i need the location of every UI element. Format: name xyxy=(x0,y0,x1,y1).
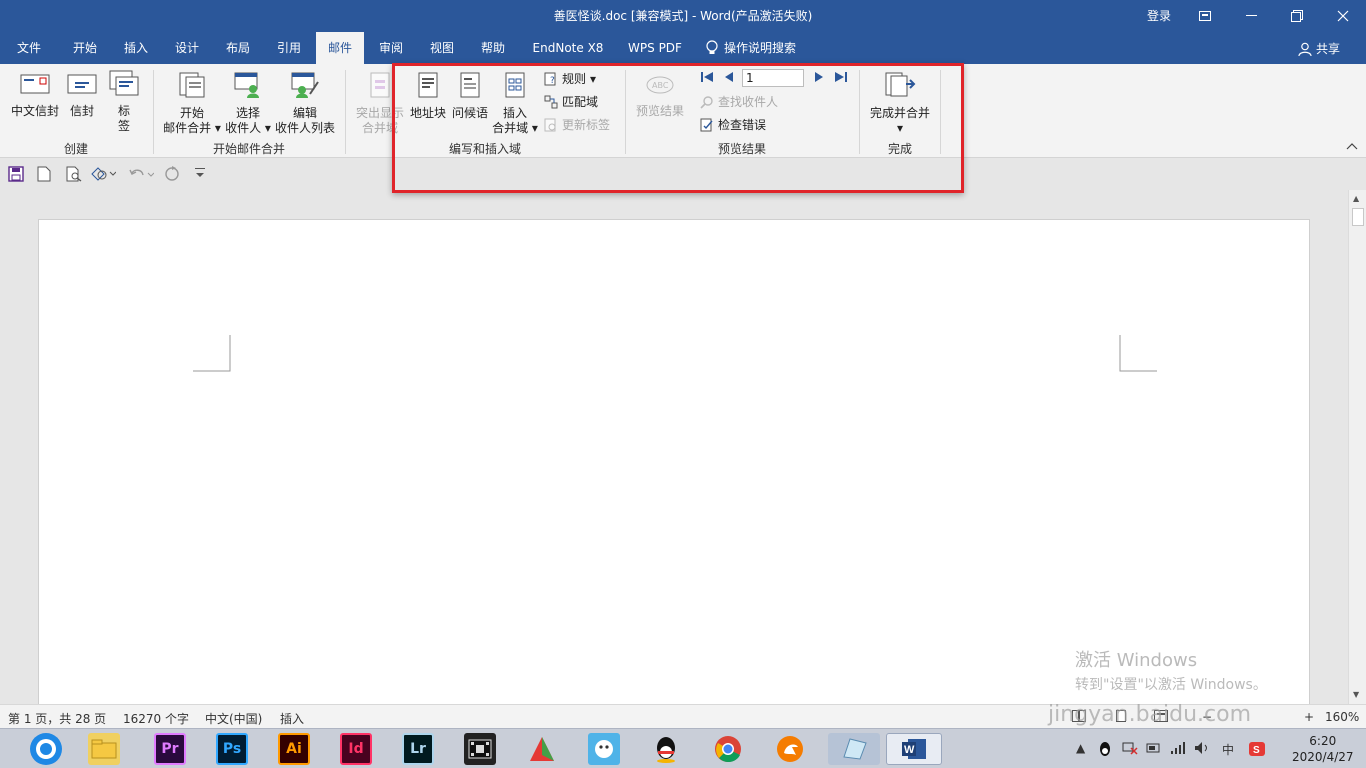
start-mail-merge-button[interactable]: 开始 邮件合并 ▾ xyxy=(160,72,224,136)
minimize-icon[interactable] xyxy=(1228,0,1274,32)
group-label-start-merge: 开始邮件合并 xyxy=(212,142,285,156)
lightbulb-icon xyxy=(706,40,718,54)
tab-home[interactable]: 开始 xyxy=(62,32,108,64)
customize-toolbar-icon[interactable] xyxy=(194,166,206,183)
tab-insert[interactable]: 插入 xyxy=(113,32,159,64)
recipients-icon xyxy=(234,72,259,98)
zoom-in-icon[interactable]: + xyxy=(1304,710,1314,724)
edit-recipient-list-button[interactable]: 编辑 收件人列表 xyxy=(272,72,338,136)
file-explorer-icon[interactable] xyxy=(88,733,120,765)
qq-icon[interactable] xyxy=(650,733,682,765)
browser-360-icon[interactable] xyxy=(30,733,62,765)
login-link[interactable]: 登录 xyxy=(1147,7,1171,24)
tell-me-search[interactable]: 操作说明搜索 xyxy=(706,32,816,64)
tab-file[interactable]: 文件 xyxy=(6,32,52,64)
thunder-download-icon[interactable] xyxy=(774,733,806,765)
notebook-app-icon[interactable] xyxy=(828,733,880,765)
system-clock[interactable]: 6:20 2020/4/27 xyxy=(1292,733,1354,765)
edit-list-icon xyxy=(291,72,319,98)
labels-button[interactable]: 标 签 xyxy=(104,70,144,134)
video-editor-icon[interactable] xyxy=(464,733,496,765)
wifi-icon[interactable] xyxy=(1170,741,1186,758)
document-merge-icon xyxy=(179,72,205,98)
svg-text:S: S xyxy=(1253,745,1260,756)
activate-windows-watermark: 激活 Windows 转到"设置"以激活 Windows。 xyxy=(1075,650,1267,693)
share-button[interactable]: 共享 xyxy=(1298,40,1340,57)
search-label: 操作说明搜索 xyxy=(724,41,797,55)
person-icon xyxy=(1298,42,1312,56)
word-count[interactable]: 16270 个字 xyxy=(123,710,189,727)
scroll-down-icon[interactable]: ▼ xyxy=(1353,690,1359,699)
envelopes-button[interactable]: 信封 xyxy=(64,72,100,119)
indesign-icon[interactable]: Id xyxy=(340,733,372,765)
site-watermark: jingyan.baidu.com xyxy=(1048,702,1252,727)
group-label-create: 创建 xyxy=(63,142,88,156)
envelope-icon xyxy=(67,74,97,94)
share-label: 共享 xyxy=(1316,42,1341,56)
word-taskbar-icon[interactable]: W xyxy=(886,733,942,765)
page-count[interactable]: 第 1 页，共 28 页 xyxy=(8,710,106,727)
select-recipients-button[interactable]: 选择 收件人 ▾ xyxy=(222,72,274,136)
restore-icon[interactable] xyxy=(1274,0,1320,32)
tab-layout[interactable]: 布局 xyxy=(215,32,261,64)
tab-wps-pdf[interactable]: WPS PDF xyxy=(620,32,690,64)
qq-tray-icon[interactable] xyxy=(1098,741,1112,760)
tab-endnote[interactable]: EndNote X8 xyxy=(526,32,610,64)
ime-indicator[interactable]: 中 xyxy=(1222,741,1234,758)
document-page[interactable] xyxy=(38,219,1310,709)
language-indicator[interactable]: 中文(中国) xyxy=(205,710,262,727)
highlight-fields-icon xyxy=(370,72,390,98)
tab-design[interactable]: 设计 xyxy=(164,32,210,64)
battery-icon[interactable] xyxy=(1146,741,1162,758)
print-preview-icon[interactable] xyxy=(66,166,82,185)
close-icon[interactable] xyxy=(1320,0,1366,32)
network-icon[interactable] xyxy=(1122,741,1138,758)
envelope-icon xyxy=(20,74,50,94)
premiere-icon[interactable]: Pr xyxy=(154,733,186,765)
photoshop-icon[interactable]: Ps xyxy=(216,733,248,765)
volume-icon[interactable] xyxy=(1194,741,1210,758)
new-document-icon[interactable] xyxy=(37,166,51,185)
sogou-ime-icon[interactable]: S xyxy=(1248,741,1266,760)
redo-icon[interactable] xyxy=(164,166,180,185)
scroll-up-icon[interactable]: ▲ xyxy=(1353,194,1359,203)
insert-mode[interactable]: 插入 xyxy=(280,710,304,727)
vertical-scrollbar[interactable]: ▲ ▼ xyxy=(1348,190,1366,704)
chrome-icon[interactable] xyxy=(712,733,744,765)
tab-help[interactable]: 帮助 xyxy=(470,32,516,64)
tab-references[interactable]: 引用 xyxy=(266,32,312,64)
collapse-ribbon-icon[interactable] xyxy=(1346,142,1358,153)
crop-mark-top-left xyxy=(193,335,231,372)
ribbon-display-options-icon[interactable] xyxy=(1182,0,1228,32)
title-bar: 善医怪谈.doc [兼容模式] - Word(产品激活失败) 登录 xyxy=(0,0,1366,32)
taskbar: Pr Ps Ai Id Lr W ▲ 中 S 6:20 2020/4/27 xyxy=(0,728,1366,768)
save-icon[interactable] xyxy=(8,166,24,185)
tab-review[interactable]: 审阅 xyxy=(368,32,414,64)
annotation-highlight-box xyxy=(392,63,964,193)
zoom-level[interactable]: 160% xyxy=(1325,710,1359,724)
chinese-envelope-button[interactable]: 中文信封 xyxy=(8,72,62,119)
illustrator-icon[interactable]: Ai xyxy=(278,733,310,765)
scroll-thumb[interactable] xyxy=(1352,208,1364,226)
crop-mark-top-right xyxy=(1119,335,1157,372)
tab-view[interactable]: 视图 xyxy=(419,32,465,64)
chat-bird-icon[interactable] xyxy=(588,733,620,765)
tray-expand-icon[interactable]: ▲ xyxy=(1076,741,1085,755)
tab-mailings[interactable]: 邮件 xyxy=(316,32,364,64)
ribbon-tabs: 文件 开始 插入 设计 布局 引用 邮件 审阅 视图 帮助 EndNote X8… xyxy=(0,32,1366,64)
lightroom-icon[interactable]: Lr xyxy=(402,733,434,765)
undo-icon[interactable] xyxy=(128,166,155,185)
recorder-app-icon[interactable] xyxy=(526,733,558,765)
shapes-icon[interactable] xyxy=(90,166,117,185)
labels-icon xyxy=(109,70,139,96)
svg-text:W: W xyxy=(904,744,915,756)
